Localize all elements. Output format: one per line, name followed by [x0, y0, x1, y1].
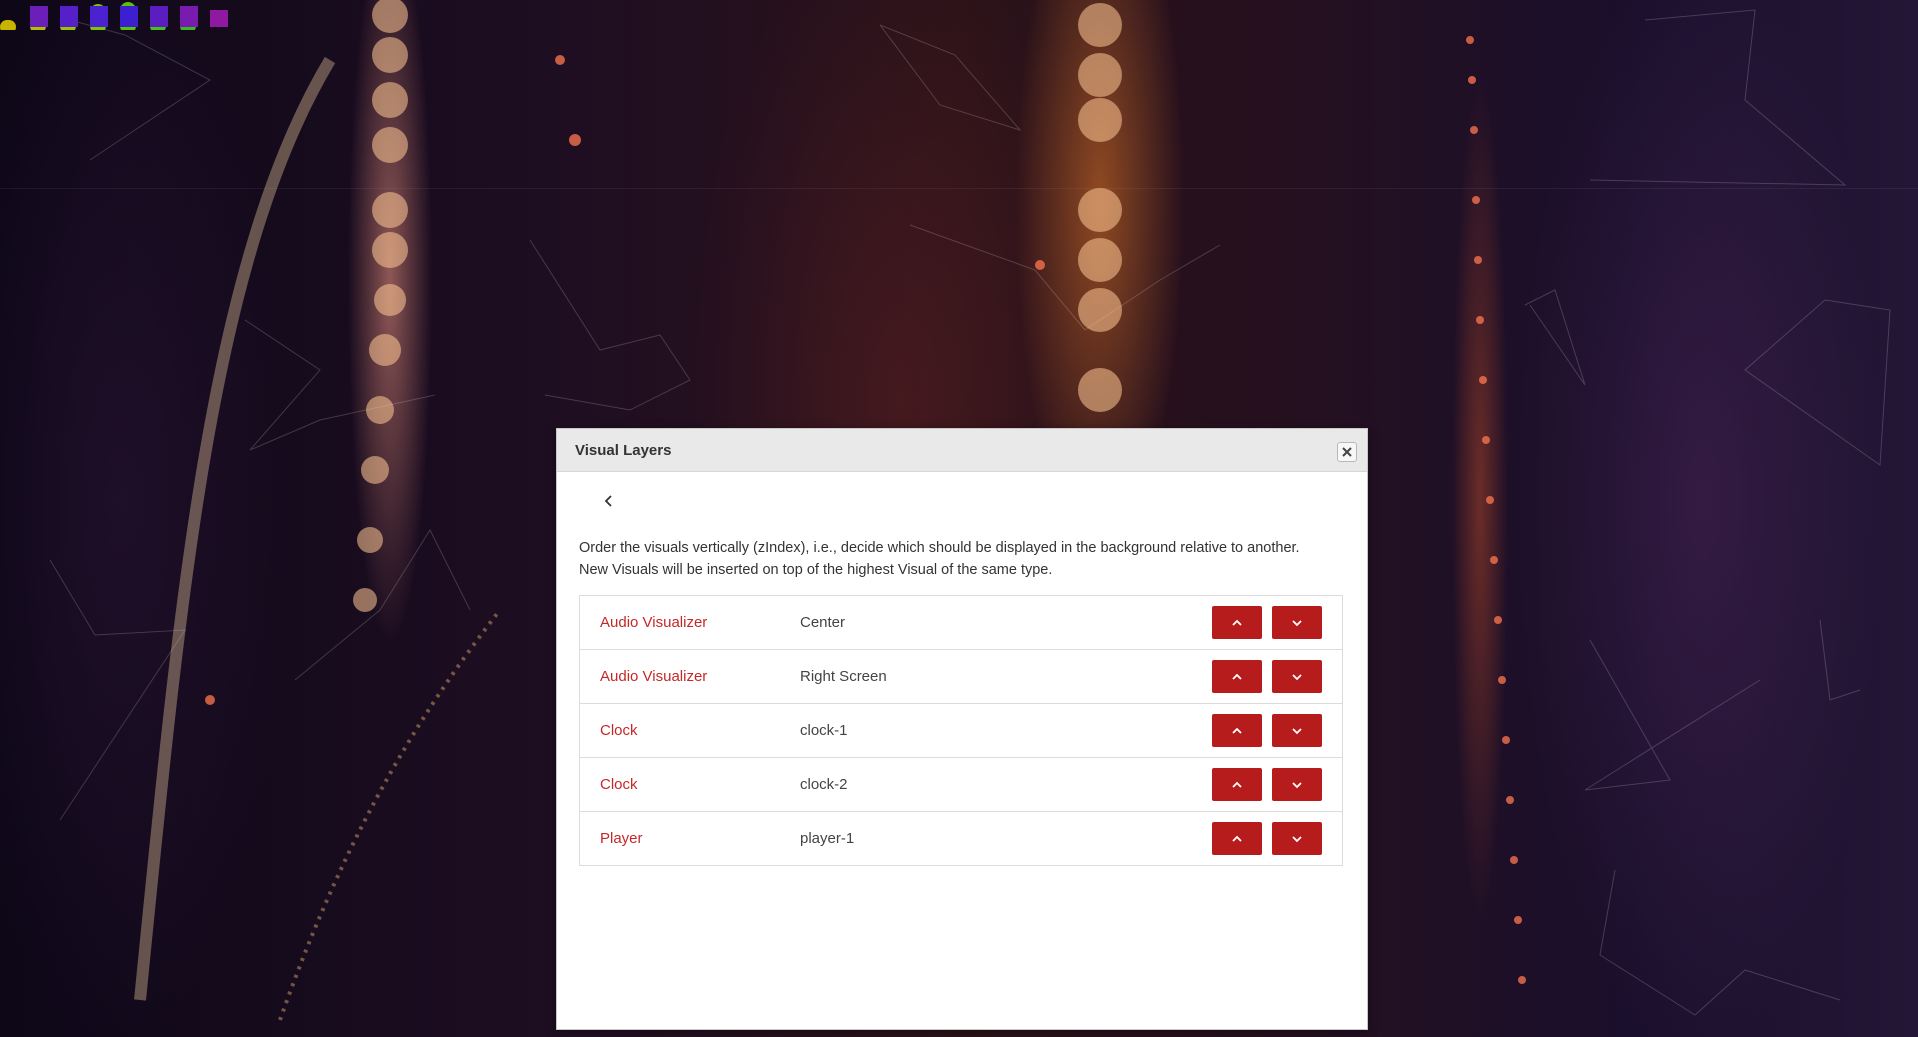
move-down-button[interactable] — [1272, 660, 1322, 693]
chevron-down-icon — [1292, 781, 1302, 788]
dialog-title: Visual Layers — [575, 442, 672, 459]
layer-type: Player — [600, 830, 643, 847]
layer-name: Right Screen — [800, 668, 887, 685]
chevron-up-icon — [1232, 619, 1242, 626]
move-down-button[interactable] — [1272, 714, 1322, 747]
move-down-button[interactable] — [1272, 606, 1322, 639]
move-up-button[interactable] — [1212, 606, 1262, 639]
layer-type: Clock — [600, 776, 638, 793]
visual-layers-dialog: Visual Layers Order the visuals vertical… — [556, 428, 1368, 1030]
chevron-down-icon — [1292, 619, 1302, 626]
layer-name: player-1 — [800, 830, 855, 847]
layer-name: clock-2 — [800, 776, 848, 793]
move-up-button[interactable] — [1212, 660, 1262, 693]
dialog-titlebar[interactable]: Visual Layers — [557, 429, 1367, 472]
layer-row: Audio Visualizer Center — [580, 596, 1342, 650]
layer-type: Audio Visualizer — [600, 614, 708, 631]
layer-type: Audio Visualizer — [600, 668, 708, 685]
move-up-button[interactable] — [1212, 714, 1262, 747]
move-down-button[interactable] — [1272, 768, 1322, 801]
chevron-up-icon — [1232, 673, 1242, 680]
move-down-button[interactable] — [1272, 822, 1322, 855]
chevron-up-icon — [1232, 835, 1242, 842]
chevron-up-icon — [1232, 781, 1242, 788]
back-button[interactable] — [597, 489, 621, 513]
layer-row: Audio Visualizer Right Screen — [580, 650, 1342, 704]
layer-row: Clock clock-1 — [580, 704, 1342, 758]
move-up-button[interactable] — [1212, 768, 1262, 801]
audio-visualizer-bars-bottom — [30, 6, 228, 27]
chevron-down-icon — [1292, 835, 1302, 842]
layer-type: Clock — [600, 722, 638, 739]
layer-list: Audio Visualizer Center Audio Visualizer… — [579, 595, 1343, 866]
move-up-button[interactable] — [1212, 822, 1262, 855]
chevron-down-icon — [1292, 727, 1302, 734]
layer-name: clock-1 — [800, 722, 848, 739]
description-line-1: Order the visuals vertically (zIndex), i… — [579, 540, 1300, 556]
layer-row: Player player-1 — [580, 812, 1342, 866]
chevron-up-icon — [1232, 727, 1242, 734]
layer-row: Clock clock-2 — [580, 758, 1342, 812]
chevron-down-icon — [1292, 673, 1302, 680]
dialog-description: Order the visuals vertically (zIndex), i… — [579, 537, 1349, 581]
background-strip — [0, 0, 1918, 189]
layer-name: Center — [800, 614, 846, 631]
chevron-left-icon — [604, 495, 612, 507]
close-icon — [1342, 447, 1352, 457]
description-line-2: New Visuals will be inserted on top of t… — [579, 562, 1053, 578]
close-button[interactable] — [1337, 442, 1357, 462]
